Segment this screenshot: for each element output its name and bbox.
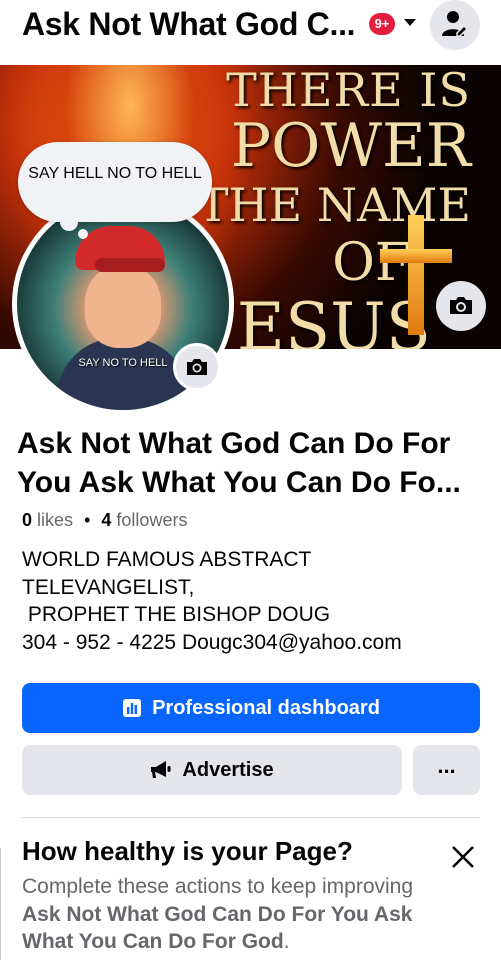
followers-count: 4 <box>101 510 112 530</box>
health-card-title: How healthy is your Page? <box>22 836 353 866</box>
profile-switch-button[interactable] <box>430 0 480 50</box>
megaphone-icon <box>151 761 171 778</box>
advertise-label: Advertise <box>182 758 274 781</box>
bubble-tail-dot <box>78 229 88 239</box>
health-card-description: Complete these actions to keep improving… <box>22 873 442 956</box>
likes-count: 0 <box>22 510 33 530</box>
camera-icon <box>450 297 472 314</box>
camera-icon <box>187 359 207 375</box>
card-edge <box>0 848 4 960</box>
health-desc-suffix: . <box>283 930 290 953</box>
advertise-button[interactable]: Advertise <box>22 745 402 795</box>
professional-dashboard-label: Professional dashboard <box>152 696 380 719</box>
caret-down-icon[interactable] <box>404 19 416 26</box>
notification-badge[interactable]: 9+ <box>369 13 395 35</box>
page-title: Ask Not What God Can Do For You Ask What… <box>17 427 461 499</box>
stats-separator: • <box>84 510 91 530</box>
header-page-name[interactable]: Ask Not What God C... <box>22 6 356 43</box>
page-bio: WORLD FAMOUS ABSTRACT TELEVANGELIST, PRO… <box>22 548 402 654</box>
more-options-button[interactable]: ... <box>413 745 480 795</box>
edit-profile-picture-camera-button[interactable] <box>173 343 221 391</box>
page-stats: 0 likes • 4 followers <box>22 510 187 531</box>
section-divider <box>22 817 480 818</box>
bubble-tail-dot <box>60 213 78 231</box>
close-icon[interactable] <box>446 840 480 874</box>
health-desc-prefix: Complete these actions to keep improving <box>22 875 414 898</box>
profile-note-text: SAY HELL NO TO HELL <box>28 165 202 182</box>
professional-dashboard-button[interactable]: Professional dashboard <box>22 683 480 733</box>
cover-line: THERE IS <box>226 65 471 117</box>
top-header: Ask Not What God C... 9+ <box>0 0 501 62</box>
profile-switch-icon <box>442 11 469 37</box>
likes-label[interactable]: likes <box>37 510 73 530</box>
health-desc-page-name: Ask Not What God Can Do For You Ask What… <box>22 902 413 954</box>
dashboard-chart-icon <box>123 699 142 717</box>
edit-cover-camera-button[interactable] <box>436 281 486 331</box>
followers-label[interactable]: followers <box>116 510 187 530</box>
profile-note-bubble[interactable]: SAY HELL NO TO HELL <box>18 142 212 222</box>
